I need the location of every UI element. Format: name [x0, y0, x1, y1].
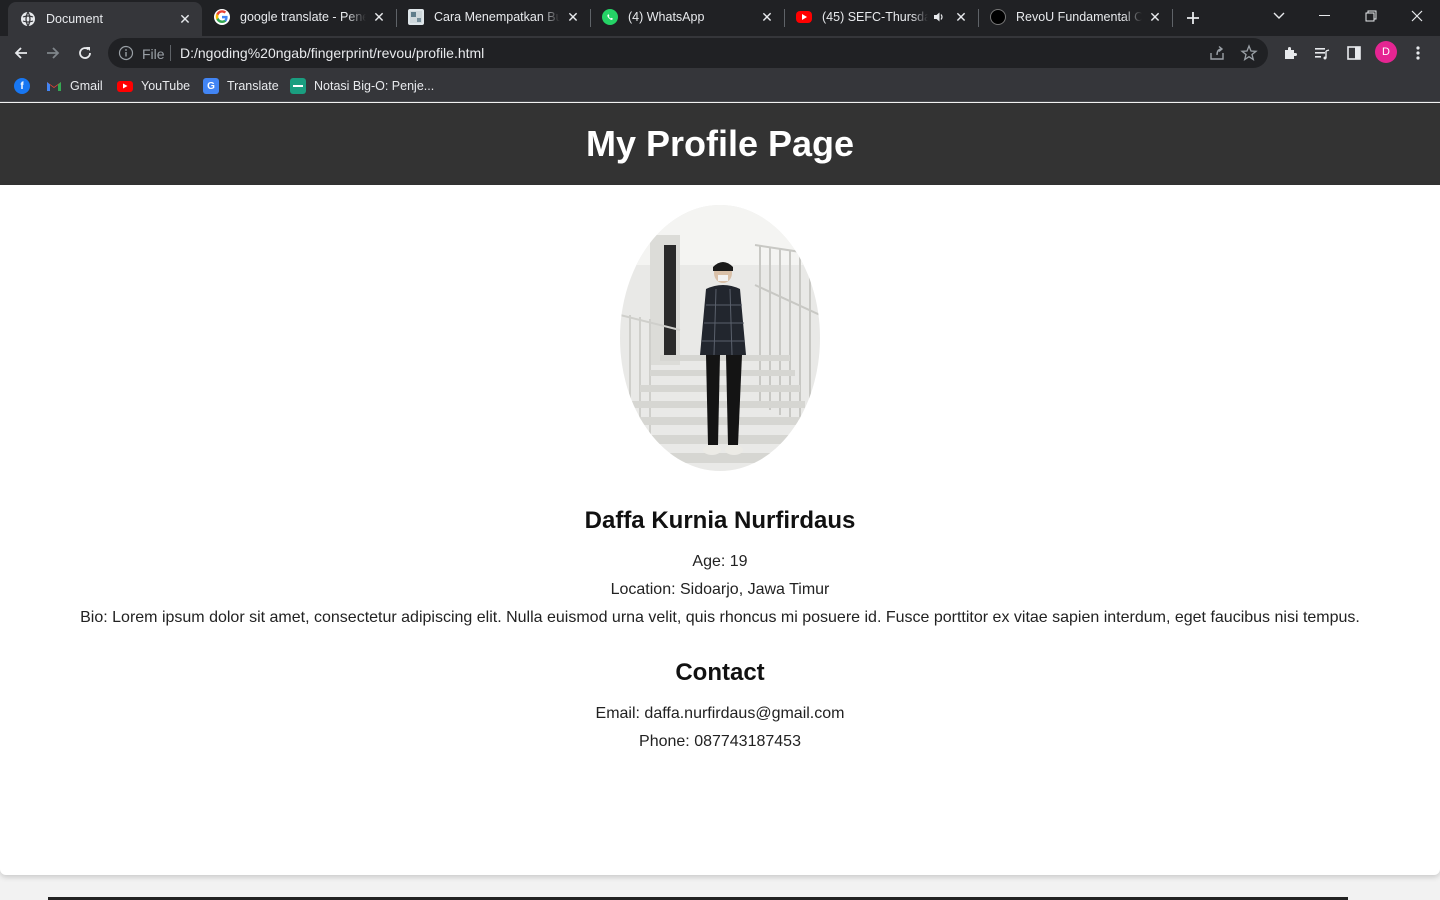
bookmark-gmail[interactable]: Gmail — [46, 75, 103, 97]
tab-document[interactable]: Document ✕ — [8, 2, 202, 36]
page-header: My Profile Page — [0, 103, 1440, 185]
tab-title: google translate - Penelusuran Google — [240, 10, 366, 24]
gmail-icon — [46, 78, 62, 94]
google-icon — [214, 9, 230, 25]
scheme-label: File — [142, 46, 165, 62]
back-arrow-icon[interactable] — [6, 38, 36, 68]
tab-strip: Document ✕ google translate - Penelusura… — [0, 0, 1440, 36]
facebook-icon: f — [14, 78, 30, 94]
tab-title: (4) WhatsApp — [628, 10, 705, 24]
tab-title: (45) SEFC-Thursday-Day 1 — [822, 10, 928, 24]
tab-search-chevron-icon[interactable] — [1256, 0, 1302, 32]
url-text[interactable]: D:/ngoding%20ngab/fingerprint/revou/prof… — [180, 45, 484, 61]
bookmark-label: Translate — [227, 79, 279, 93]
address-divider — [170, 45, 171, 61]
contact-phone: Phone: 087743187453 — [639, 733, 801, 750]
bookmark-notasi-big-o[interactable]: Notasi Big-O: Penje... — [290, 75, 434, 97]
web-page: My Profile Page Daffa Kurnia Nurfirdaus … — [0, 103, 1440, 900]
profile-avatar[interactable]: D — [1375, 41, 1397, 63]
bookmarks-bar: f Gmail YouTube G Translate Notasi Big-O… — [0, 70, 1440, 102]
tab-youtube-sefc[interactable]: (45) SEFC-Thursday-Day 1 ✕ — [784, 0, 978, 34]
star-bookmark-icon[interactable] — [1240, 44, 1258, 62]
restore-icon[interactable] — [1348, 0, 1394, 32]
tab-title: RevoU Fundamental Course — [1016, 10, 1142, 24]
close-tab-icon[interactable]: ✕ — [176, 10, 194, 28]
youtube-icon — [796, 11, 812, 23]
info-icon[interactable] — [118, 45, 134, 61]
bookmark-site-icon — [290, 78, 306, 94]
tab-google-translate[interactable]: google translate - Penelusuran Google ✕ — [202, 0, 396, 34]
speaker-icon[interactable] — [932, 10, 946, 24]
chrome-menu-icon[interactable] — [1403, 38, 1433, 68]
new-tab-button[interactable] — [1180, 5, 1206, 31]
close-tab-icon[interactable]: ✕ — [370, 8, 388, 26]
close-tab-icon[interactable]: ✕ — [952, 8, 970, 26]
close-window-icon[interactable] — [1394, 0, 1440, 32]
revou-icon — [990, 9, 1006, 25]
bookmark-label: Gmail — [70, 79, 103, 93]
bookmark-translate[interactable]: G Translate — [203, 75, 279, 97]
share-icon[interactable] — [1208, 44, 1226, 62]
profile-location: Location: Sidoarjo, Jawa Timur — [610, 581, 830, 598]
youtube-icon — [117, 80, 133, 92]
bookmark-label: YouTube — [141, 79, 191, 93]
tab-title: Document — [46, 12, 103, 26]
close-tab-icon[interactable]: ✕ — [1146, 8, 1164, 26]
browser-toolbar: File D:/ngoding%20ngab/fingerprint/revou… — [0, 36, 1440, 70]
translate-icon: G — [203, 78, 219, 94]
tab-revou[interactable]: RevoU Fundamental Course ✕ — [978, 0, 1172, 34]
side-panel-icon[interactable] — [1339, 38, 1369, 68]
profile-name: Daffa Kurnia Nurfirdaus — [584, 507, 856, 534]
tab-cara-menempatkan[interactable]: Cara Menempatkan Button di Tengah ✕ — [396, 0, 590, 34]
profile-age: Age: 19 — [692, 553, 748, 570]
close-tab-icon[interactable]: ✕ — [564, 8, 582, 26]
close-tab-icon[interactable]: ✕ — [758, 8, 776, 26]
media-queue-icon[interactable] — [1307, 38, 1337, 68]
bookmark-youtube[interactable]: YouTube — [117, 75, 190, 97]
tab-whatsapp[interactable]: (4) WhatsApp ✕ — [590, 0, 784, 34]
profile-bio: Bio: Lorem ipsum dolor sit amet, consect… — [80, 609, 1360, 626]
reload-icon[interactable] — [70, 38, 100, 68]
address-bar[interactable]: File D:/ngoding%20ngab/fingerprint/revou… — [108, 38, 1268, 68]
tab-title: Cara Menempatkan Button di Tengah — [434, 10, 560, 24]
profile-photo — [620, 205, 820, 471]
minimize-icon[interactable] — [1302, 0, 1348, 32]
contact-email: Email: daffa.nurfirdaus@gmail.com — [595, 705, 845, 722]
tab-divider — [1172, 9, 1173, 27]
page-title: My Profile Page — [585, 123, 855, 164]
bookmark-facebook[interactable]: f — [14, 75, 38, 97]
globe-icon — [20, 11, 36, 27]
profile-card: Daffa Kurnia Nurfirdaus Age: 19 Location… — [0, 185, 1440, 875]
extensions-puzzle-icon[interactable] — [1275, 38, 1305, 68]
bookmark-label: Notasi Big-O: Penje... — [314, 79, 435, 93]
whatsapp-icon — [602, 9, 618, 25]
contact-heading: Contact — [675, 659, 765, 686]
site-icon — [408, 9, 424, 25]
forward-arrow-icon[interactable] — [38, 38, 68, 68]
